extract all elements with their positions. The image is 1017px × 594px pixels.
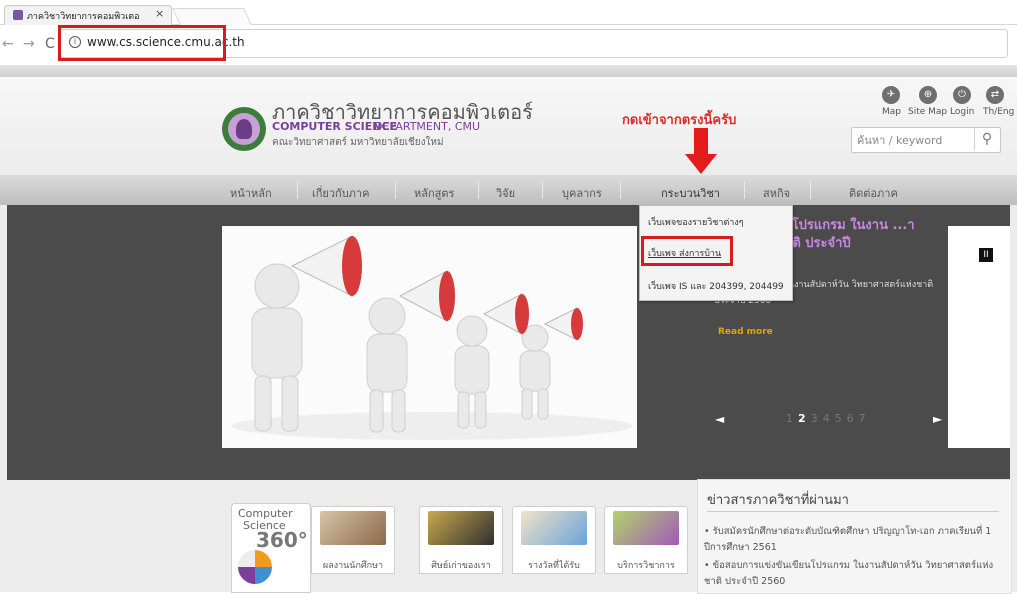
site-map-link[interactable]: Site Map	[908, 107, 947, 117]
site-favicon-icon	[13, 10, 23, 20]
slide-page-6[interactable]: 6	[847, 412, 859, 425]
nav-item-staff[interactable]: บุคลากร	[562, 184, 602, 202]
next-slide-icon[interactable]: ►	[933, 412, 942, 426]
slide-page-3[interactable]: 3	[811, 412, 823, 425]
news-item-text[interactable]: ข้อสอบการแข่งขันเขียนโปรแกรม ในงานสัปดาห…	[704, 560, 993, 587]
slide-pager: 1234567	[786, 412, 871, 425]
stage-edge	[0, 205, 7, 480]
nav-item-research[interactable]: วิจัย	[496, 184, 515, 202]
tile-label: ศิษย์เก่าของเรา	[431, 561, 491, 571]
prev-slide-icon[interactable]: ◄	[715, 412, 724, 426]
nav-divider	[297, 181, 298, 199]
tile-awards[interactable]: รางวัลที่ได้รับ	[512, 506, 596, 574]
news-item-text[interactable]: รับสมัครนักศึกษาต่อระดับบัณฑิตศึกษา ปริญ…	[704, 526, 991, 553]
reload-icon[interactable]: C	[45, 36, 55, 52]
tab-close-icon[interactable]: ×	[155, 7, 164, 20]
awards-photo	[521, 511, 587, 545]
megaphone-figures-illustration	[222, 226, 637, 448]
graduates-photo	[428, 511, 494, 545]
nav-item-about[interactable]: เกี่ยวกับภาค	[312, 184, 369, 202]
tile-label: ผลงานนักศึกษา	[322, 561, 384, 571]
nav-item-curriculum[interactable]: หลักสูตร	[414, 184, 454, 202]
tile-student-works[interactable]: ผลงานนักศึกษา	[311, 506, 395, 574]
browser-tab[interactable]: ภาควิชาวิทยาการคอมพิวเตอ ×	[4, 5, 172, 25]
read-more-link[interactable]: Read more	[718, 327, 773, 337]
news-item[interactable]: • รับสมัครนักศึกษาต่อระดับบัณฑิตศึกษา ปร…	[704, 524, 1000, 556]
nav-divider	[810, 181, 811, 199]
slide-image[interactable]	[222, 226, 637, 448]
elephant-emblem-icon	[236, 119, 252, 139]
url-highlight-box	[58, 25, 226, 61]
nav-divider	[542, 181, 543, 199]
forward-icon[interactable]: →	[23, 36, 35, 52]
back-icon[interactable]: ←	[2, 36, 14, 52]
dropdown-item-is-project[interactable]: เว็บเพจ IS และ 204399, 204499	[648, 279, 784, 293]
tile-academic-services[interactable]: บริการวิชาการ	[604, 506, 688, 574]
map-link[interactable]: Map	[882, 107, 901, 117]
dropdown-item-course-webpages[interactable]: เว็บเพจของรายวิชาต่างๆ	[648, 215, 744, 229]
news-divider	[707, 511, 999, 512]
nav-item-courses[interactable]: กระบวนวิชา	[661, 184, 720, 202]
students-photo	[320, 511, 386, 545]
search-placeholder: ค้นหา / keyword	[857, 134, 943, 147]
slide-page-1[interactable]: 1	[786, 412, 798, 425]
map-icon[interactable]: ✈	[882, 86, 900, 104]
slide-page-7[interactable]: 7	[859, 412, 871, 425]
nav-item-home[interactable]: หน้าหลัก	[230, 184, 272, 202]
faculty-name: คณะวิทยาศาสตร์ มหาวิทยาลัยเชียงใหม่	[272, 137, 444, 148]
bookmark-bar	[0, 65, 1017, 77]
bullet-icon: •	[704, 560, 713, 571]
new-tab-button[interactable]	[172, 8, 252, 25]
annotation-arrow-icon	[694, 128, 708, 156]
pause-button[interactable]: II	[979, 248, 993, 262]
browser-toolbar: ← → C i www.cs.science.cmu.ac.th	[0, 25, 1017, 65]
nav-divider	[744, 181, 745, 199]
language-toggle-link[interactable]: Th/Eng	[983, 107, 1014, 117]
books-photo	[613, 511, 679, 545]
nav-divider	[478, 181, 479, 199]
slide-page-2[interactable]: 2	[798, 412, 811, 425]
news-title: ข่าวสารภาควิชาที่ผ่านมา	[707, 493, 849, 508]
nav-divider	[620, 181, 621, 199]
slide-page-5[interactable]: 5	[835, 412, 847, 425]
bullet-icon: •	[704, 526, 713, 537]
annotation-text: กดเข้าจากตรงนี้ครับ	[622, 113, 737, 128]
site-map-icon[interactable]: ⊕	[919, 86, 937, 104]
tile-label: บริการวิชาการ	[617, 561, 675, 571]
tile-alumni[interactable]: ศิษย์เก่าของเรา	[419, 506, 503, 574]
language-icon[interactable]: ⇄	[986, 86, 1004, 104]
cs360-ring-icon	[238, 550, 272, 584]
news-item[interactable]: • ข้อสอบการแข่งขันเขียนโปรแกรม ในงานสัปด…	[704, 558, 1000, 590]
nav-divider	[395, 181, 396, 199]
nav-item-coop[interactable]: สหกิจ	[763, 184, 790, 202]
tile-label: รางวัลที่ได้รับ	[528, 561, 580, 571]
nav-item-contact[interactable]: ติดต่อภาค	[849, 184, 898, 202]
search-icon[interactable]: ⚲	[974, 128, 999, 150]
login-icon[interactable]: ⏻	[953, 86, 971, 104]
department-title-en: DEPARTMENT, CMU	[374, 120, 481, 133]
stage-edge	[1010, 205, 1017, 480]
homework-highlight-box	[641, 236, 733, 266]
annotation-arrow-head	[685, 154, 717, 174]
login-link[interactable]: Login	[950, 107, 974, 117]
tab-title: ภาควิชาวิทยาการคอมพิวเตอ	[27, 12, 140, 22]
slide-page-4[interactable]: 4	[823, 412, 835, 425]
cs360-number: 360°	[256, 528, 308, 552]
